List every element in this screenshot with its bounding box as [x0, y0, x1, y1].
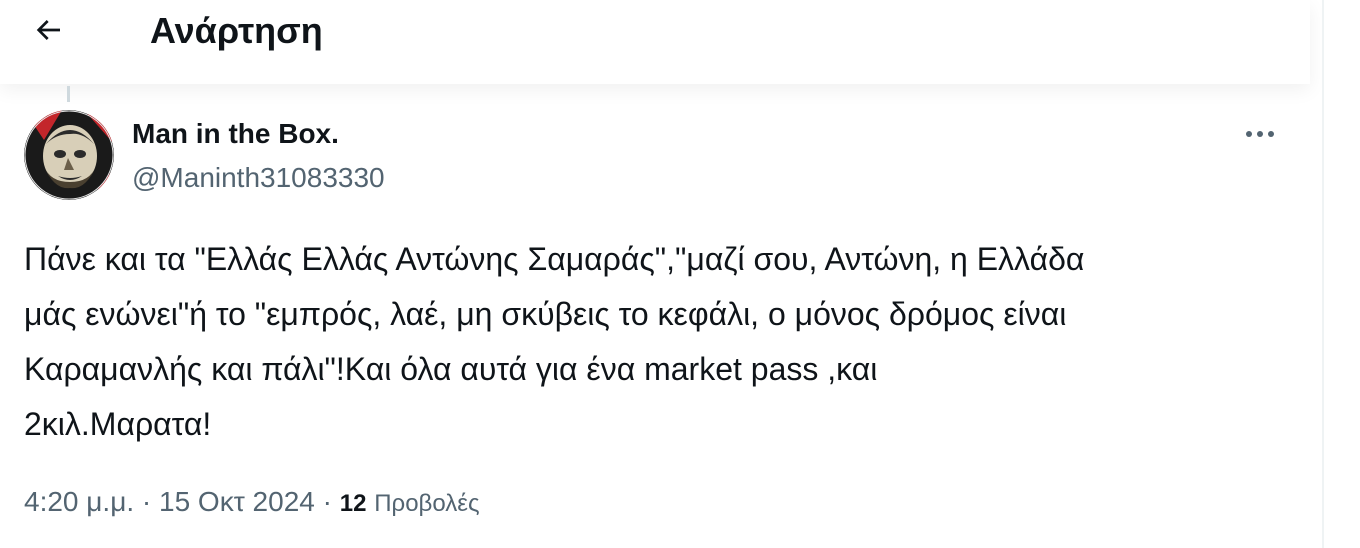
main-column: Ανάρτηση Man in the Box. @Maninth3108333… — [0, 0, 1322, 548]
arrow-left-icon — [32, 14, 64, 51]
post-date[interactable]: 15 Οκτ 2024 — [159, 486, 315, 517]
page: Ανάρτηση Man in the Box. @Maninth3108333… — [0, 0, 1360, 548]
column-right-border — [1322, 0, 1324, 548]
avatar[interactable] — [24, 110, 114, 200]
meta-separator: · — [141, 486, 152, 517]
page-title: Ανάρτηση — [150, 10, 323, 51]
post-time[interactable]: 4:20 μ.μ. — [24, 486, 134, 517]
back-button[interactable] — [22, 6, 74, 58]
post-text: Πάνε και τα "Ελλάς Ελλάς Αντώνης Σαμαράς… — [24, 241, 1085, 442]
views-label: Προβολές — [374, 490, 480, 517]
author-display-name[interactable]: Man in the Box. — [132, 116, 339, 152]
author-handle[interactable]: @Maninth31083330 — [132, 160, 385, 196]
post-meta: 4:20 μ.μ. · 15 Οκτ 2024 · 12 Προβολές — [24, 482, 480, 524]
thread-connector-line — [67, 86, 70, 102]
top-header: Ανάρτηση — [0, 0, 1310, 84]
more-options-button[interactable] — [1240, 116, 1280, 152]
views-count: 12 — [339, 490, 367, 517]
more-dots-icon — [1245, 125, 1275, 143]
meta-separator: · — [322, 486, 332, 517]
